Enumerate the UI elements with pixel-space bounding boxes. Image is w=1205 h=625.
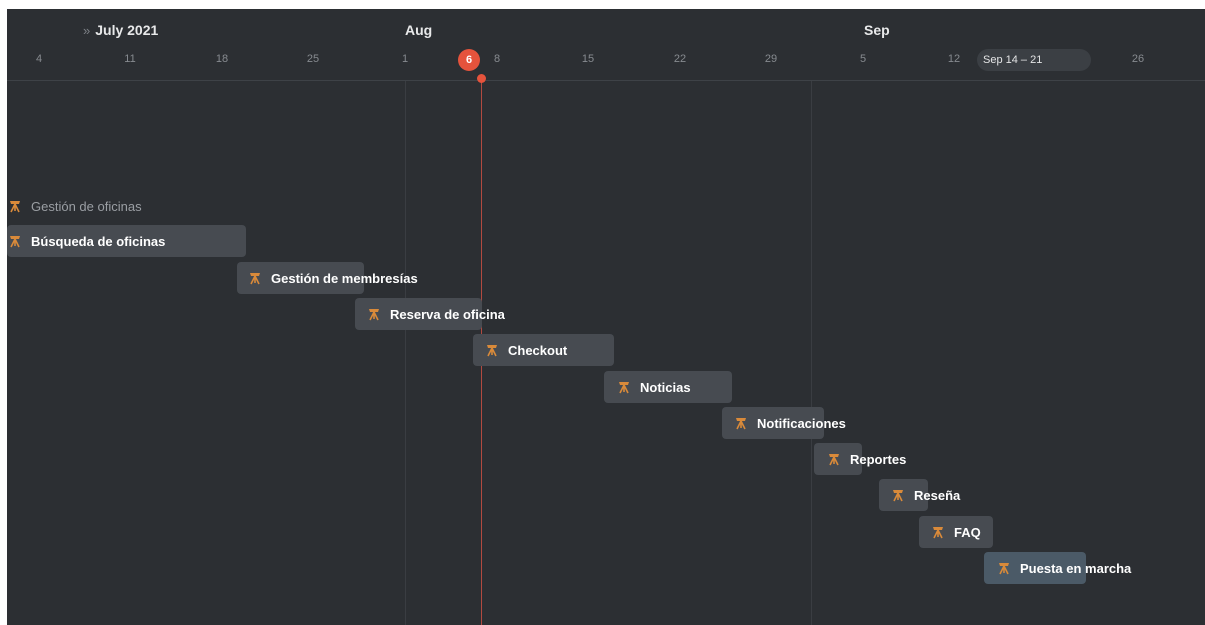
telescope-icon <box>997 561 1011 575</box>
today-marker <box>477 74 486 83</box>
telescope-icon <box>248 271 262 285</box>
month-label-sep: Sep <box>864 22 890 38</box>
telescope-icon <box>8 199 22 213</box>
task-puesta-en-marcha[interactable]: Puesta en marcha <box>997 552 1131 584</box>
task-label: Notificaciones <box>757 415 846 431</box>
task-label: Reportes <box>850 451 907 467</box>
telescope-icon <box>891 488 905 502</box>
today-badge[interactable]: 6 <box>458 49 480 71</box>
task-label: Checkout <box>508 342 568 358</box>
month-divider <box>811 81 812 625</box>
double-chevron-icon[interactable]: » <box>83 23 90 38</box>
telescope-icon <box>734 416 748 430</box>
task-label: Gestión de membresías <box>271 270 418 286</box>
day-label: 22 <box>673 53 687 65</box>
day-label: 29 <box>764 53 778 65</box>
day-label: 1 <box>401 53 409 65</box>
day-label: 25 <box>306 53 320 65</box>
telescope-icon <box>617 380 631 394</box>
day-label: 18 <box>215 53 229 65</box>
month-label-july[interactable]: » July 2021 <box>83 22 158 38</box>
timeline-header: » July 2021 Aug Sep 4 11 18 25 1 6 8 15 2… <box>7 9 1205 81</box>
task-noticias[interactable]: Noticias <box>617 371 691 403</box>
task-checkout[interactable]: Checkout <box>485 334 567 366</box>
task-label: Gestión de oficinas <box>31 198 142 214</box>
month-label-aug: Aug <box>405 22 433 38</box>
month-divider <box>405 81 406 625</box>
day-label: 4 <box>35 53 43 65</box>
gantt-chart: » July 2021 Aug Sep 4 11 18 25 1 6 8 15 2… <box>7 9 1205 625</box>
day-label: 8 <box>493 53 501 65</box>
task-resena[interactable]: Reseña <box>891 479 960 511</box>
task-reserva-de-oficina[interactable]: Reserva de oficina <box>367 298 505 330</box>
day-label: 11 <box>124 53 136 65</box>
task-gestion-de-oficinas[interactable]: Gestión de oficinas <box>8 190 142 222</box>
task-label: Reserva de oficina <box>390 306 505 322</box>
task-reportes[interactable]: Reportes <box>827 443 906 475</box>
task-label: Noticias <box>640 379 691 395</box>
day-label: 26 <box>1131 53 1145 65</box>
day-label: 15 <box>581 53 595 65</box>
telescope-icon <box>931 525 945 539</box>
task-gestion-de-membresias[interactable]: Gestión de membresías <box>248 262 418 294</box>
day-label: 12 <box>947 53 961 65</box>
task-label: Puesta en marcha <box>1020 560 1132 576</box>
telescope-icon <box>485 343 499 357</box>
telescope-icon <box>8 234 22 248</box>
task-label: Búsqueda de oficinas <box>31 233 166 249</box>
telescope-icon <box>367 307 381 321</box>
task-label: Reseña <box>914 487 961 503</box>
telescope-icon <box>827 452 841 466</box>
week-range-pill[interactable]: Sep 14 – 21 <box>977 49 1091 71</box>
task-label: FAQ <box>954 524 981 540</box>
task-busqueda-de-oficinas[interactable]: Búsqueda de oficinas <box>8 225 165 257</box>
task-faq[interactable]: FAQ <box>931 516 981 548</box>
task-notificaciones[interactable]: Notificaciones <box>734 407 846 439</box>
day-label: 5 <box>859 53 867 65</box>
